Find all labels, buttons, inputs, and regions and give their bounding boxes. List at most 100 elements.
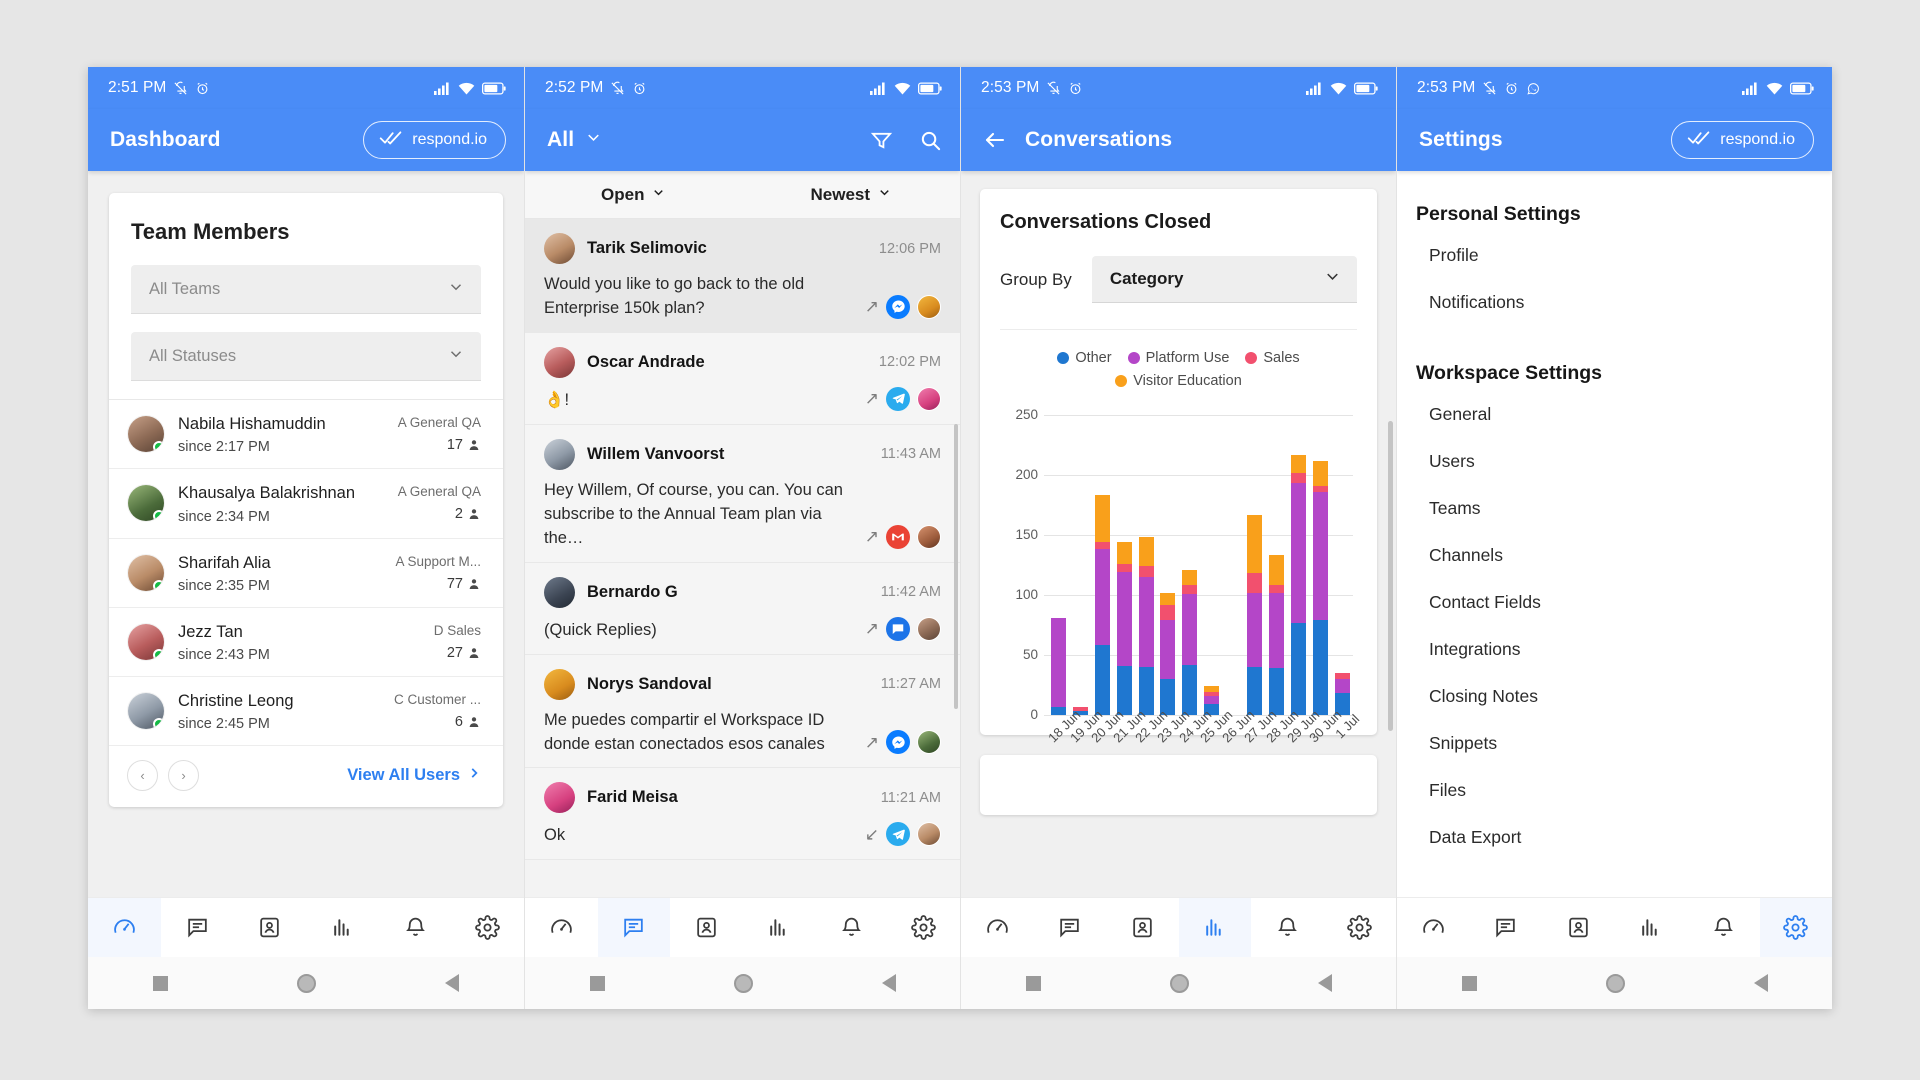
settings-group-title: Personal Settings xyxy=(1416,203,1581,225)
legend-label: Other xyxy=(1075,350,1112,366)
back-button[interactable] xyxy=(445,974,460,992)
nav-messages[interactable] xyxy=(1470,898,1543,957)
nav-messages[interactable] xyxy=(1034,898,1107,957)
chart-bar-column[interactable] xyxy=(1179,415,1201,715)
nav-reports[interactable] xyxy=(1178,898,1251,957)
chart-bar-column[interactable] xyxy=(1092,415,1114,715)
all-statuses-select[interactable]: All Statuses xyxy=(131,332,481,381)
inbox-selector[interactable]: All xyxy=(547,128,603,152)
settings-item-integrations[interactable]: Integrations xyxy=(1397,626,1832,673)
x-axis-tick: 20 Jun xyxy=(1088,707,1127,746)
legend-item: Other xyxy=(1057,350,1112,366)
nav-notifications[interactable] xyxy=(1251,898,1324,957)
nav-reports[interactable] xyxy=(1615,898,1688,957)
team-member-row[interactable]: Jezz Tan since 2:43 PM D Sales 27 xyxy=(109,608,503,678)
conversation-item[interactable]: Bernardo G 11:42 AM (Quick Replies) ↗ xyxy=(525,562,960,655)
settings-item-teams[interactable]: Teams xyxy=(1397,485,1832,532)
recents-button[interactable] xyxy=(1025,975,1041,991)
filter-icon[interactable] xyxy=(870,129,893,152)
conversation-item[interactable]: Willem Vanvoorst 11:43 AM Hey Willem, Of c… xyxy=(525,424,960,563)
nav-settings[interactable] xyxy=(451,898,524,957)
prev-page-button[interactable]: ‹ xyxy=(127,760,158,792)
recents-button[interactable] xyxy=(152,975,168,991)
brand-logo[interactable]: respond.io xyxy=(363,121,506,159)
next-page-button[interactable]: › xyxy=(168,760,199,792)
home-button[interactable] xyxy=(1169,973,1189,993)
card-footer: ‹ › View All Users xyxy=(109,746,503,807)
chart-bar-column[interactable] xyxy=(1200,415,1222,715)
home-button[interactable] xyxy=(733,973,753,993)
avatar xyxy=(544,782,575,814)
conversation-item[interactable]: Oscar Andrade 12:02 PM 👌! ↗ xyxy=(525,332,960,425)
settings-item-closing-notes[interactable]: Closing Notes xyxy=(1397,673,1832,720)
nav-messages[interactable] xyxy=(597,898,670,957)
recents-button[interactable] xyxy=(1461,975,1477,991)
x-axis-tick: 26 Jun xyxy=(1219,707,1258,746)
settings-item-notifications[interactable]: Notifications xyxy=(1397,279,1832,326)
nav-contacts[interactable] xyxy=(233,898,306,957)
chart-bar-column[interactable] xyxy=(1070,415,1092,715)
nav-dashboard[interactable] xyxy=(1397,898,1470,957)
conversation-item[interactable]: Norys Sandoval 11:27 AM Me puedes comparti… xyxy=(525,654,960,769)
nav-settings[interactable] xyxy=(888,898,961,957)
chart-bar-column[interactable] xyxy=(1244,415,1266,715)
chart-bar-column[interactable] xyxy=(1113,415,1135,715)
chart-bar-column[interactable] xyxy=(1288,415,1310,715)
all-teams-select[interactable]: All Teams xyxy=(131,265,481,314)
sort-filter[interactable]: Newest xyxy=(743,185,961,205)
team-member-row[interactable]: Christine Leong since 2:45 PM C Customer .… xyxy=(109,677,503,747)
back-button[interactable] xyxy=(881,974,896,992)
nav-settings[interactable] xyxy=(1324,898,1397,957)
nav-dashboard[interactable] xyxy=(88,898,161,957)
reports-scrollbar[interactable] xyxy=(1388,421,1393,731)
conversation-filters: Open Newest xyxy=(525,171,960,219)
nav-dashboard[interactable] xyxy=(525,898,598,957)
settings-item-channels[interactable]: Channels xyxy=(1397,532,1832,579)
nav-settings[interactable] xyxy=(1759,898,1832,957)
nav-notifications[interactable] xyxy=(1687,898,1760,957)
status-filter[interactable]: Open xyxy=(525,185,743,205)
nav-contacts[interactable] xyxy=(1106,898,1179,957)
settings-item-general[interactable]: General xyxy=(1397,391,1832,438)
chart-bar-column[interactable] xyxy=(1266,415,1288,715)
chart-bar-column[interactable] xyxy=(1309,415,1331,715)
back-button[interactable] xyxy=(1317,974,1332,992)
nav-reports[interactable] xyxy=(743,898,816,957)
search-icon[interactable] xyxy=(919,129,942,152)
group-by-select[interactable]: Category xyxy=(1091,256,1357,303)
team-member-row[interactable]: Nabila Hishamuddin since 2:17 PM A General… xyxy=(109,400,503,470)
recents-button[interactable] xyxy=(589,975,605,991)
settings-item-snippets[interactable]: Snippets xyxy=(1397,720,1832,767)
chart-bar-column[interactable] xyxy=(1048,415,1070,715)
nav-contacts[interactable] xyxy=(670,898,743,957)
chart-bar-column[interactable] xyxy=(1135,415,1157,715)
brand-logo[interactable]: respond.io xyxy=(1671,121,1814,159)
list-scrollbar[interactable] xyxy=(954,424,958,709)
conversation-item[interactable]: Farid Meisa 11:21 AM Ok ↙ xyxy=(525,768,960,861)
back-button[interactable] xyxy=(1753,974,1768,992)
nav-messages[interactable] xyxy=(161,898,234,957)
nav-dashboard[interactable] xyxy=(961,898,1034,957)
team-member-row[interactable]: Sharifah Alia since 2:35 PM A Support M...… xyxy=(109,539,503,608)
chart-bar-column[interactable] xyxy=(1331,415,1353,715)
conversation-list[interactable]: Tarik Selimovic 12:06 PM Would you like to… xyxy=(525,219,960,897)
home-button[interactable] xyxy=(1605,973,1625,993)
back-arrow-icon[interactable] xyxy=(983,128,1007,152)
team-member-row[interactable]: Khausalya Balakrishnan since 2:34 PM A Gen… xyxy=(109,469,503,539)
nav-reports[interactable] xyxy=(306,898,379,957)
settings-item-contact-fields[interactable]: Contact Fields xyxy=(1397,579,1832,626)
chart-bar-column[interactable] xyxy=(1222,415,1244,715)
avatar xyxy=(544,233,575,264)
chart-bar-column[interactable] xyxy=(1157,415,1179,715)
conversation-item[interactable]: Tarik Selimovic 12:06 PM Would you like to… xyxy=(525,219,960,333)
settings-item-profile[interactable]: Profile xyxy=(1397,232,1832,279)
view-all-users-link[interactable]: View All Users xyxy=(347,766,481,785)
inbox-title: All xyxy=(547,128,575,151)
home-button[interactable] xyxy=(296,973,316,993)
nav-contacts[interactable] xyxy=(1542,898,1615,957)
settings-item-data-export[interactable]: Data Export xyxy=(1397,814,1832,861)
settings-item-users[interactable]: Users xyxy=(1397,438,1832,485)
nav-notifications[interactable] xyxy=(815,898,888,957)
settings-item-files[interactable]: Files xyxy=(1397,767,1832,814)
nav-notifications[interactable] xyxy=(379,898,452,957)
